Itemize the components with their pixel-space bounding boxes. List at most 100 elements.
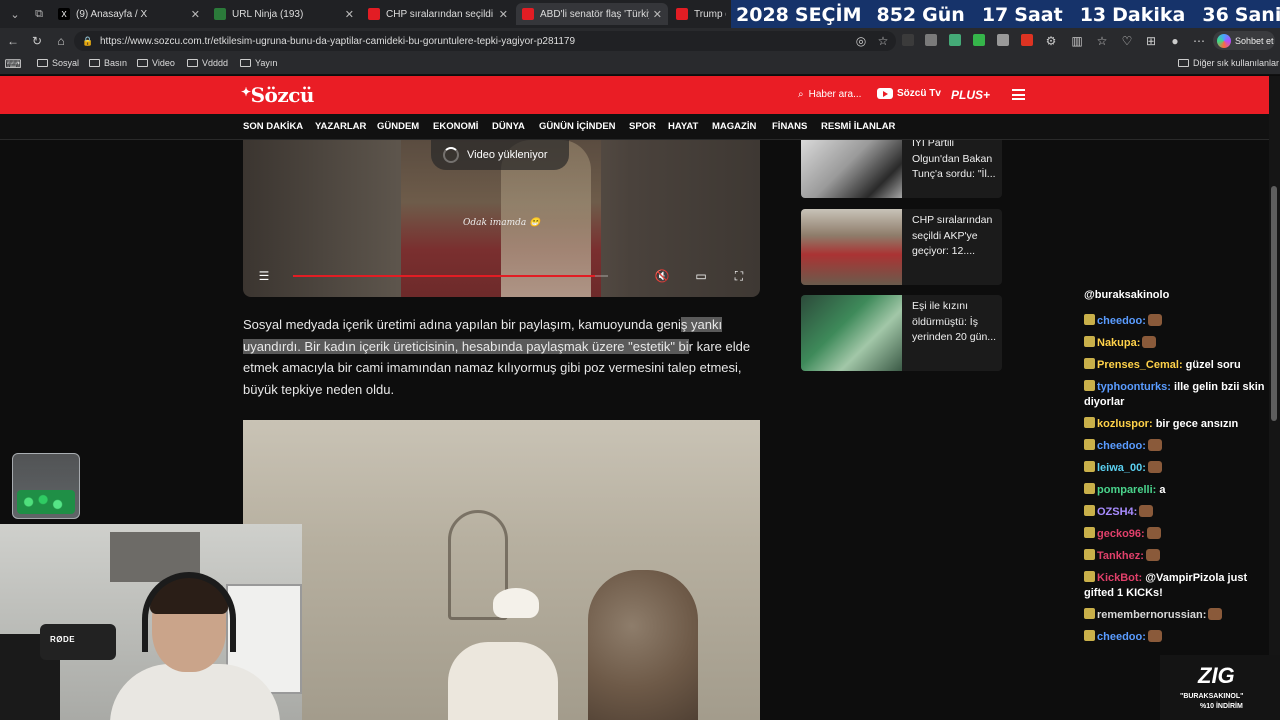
chat-username[interactable]: Nakupa: [1097, 337, 1140, 349]
chat-username[interactable]: pomparelli: [1097, 484, 1156, 496]
chat-message: Prenses_Cemal: güzel soru [1084, 358, 1274, 373]
countdown-label: SEÇİM [794, 3, 862, 26]
sponsor-discount: %10 İNDİRİM [1200, 703, 1243, 710]
playlist-icon[interactable]: ☰ [255, 267, 273, 285]
tab-x[interactable]: X (9) Anasayfa / X ✕ [52, 3, 206, 25]
close-tab-icon[interactable]: ✕ [653, 8, 662, 21]
news-card[interactable]: Eşi ile kızını öldürmüştü: İş yerinden 2… [801, 295, 1002, 371]
menu-icon[interactable] [1012, 89, 1025, 100]
chat-username[interactable]: cheedoo: [1097, 315, 1146, 327]
address-bar[interactable]: 🔒 https://www.sozcu.com.tr/etkilesim-ugr… [74, 31, 896, 51]
other-bookmarks-folder[interactable]: Diğer sık kullanılanlar [1178, 58, 1279, 68]
chat-username[interactable]: kozluspor: [1097, 418, 1153, 430]
read-aloud-icon[interactable]: ◎ [852, 32, 870, 49]
news-card[interactable]: CHP sıralarından seçildi AKP'ye geçiyor:… [801, 209, 1002, 285]
chat-username[interactable]: Tankhez: [1097, 550, 1144, 562]
chat-username[interactable]: cheedoo: [1097, 440, 1146, 452]
bookmarks-menu-icon[interactable]: ⌨ [4, 55, 22, 72]
category-gunun-icinden[interactable]: GÜNÜN İÇİNDEN [539, 121, 616, 132]
extension-icon[interactable] [997, 34, 1009, 46]
chat-username[interactable]: gecko96: [1097, 528, 1145, 540]
category-hayat[interactable]: HAYAT [668, 121, 698, 132]
news-thumbnail [801, 209, 902, 285]
election-countdown: 2028 SEÇİM 852 Gün 17 Saat 13 Dakika 36 … [731, 0, 1280, 29]
mute-icon[interactable]: 🔇 [653, 267, 671, 285]
sozcu-icon [522, 8, 534, 20]
tab-trump[interactable]: Trump gö [670, 3, 732, 25]
category-gundem[interactable]: GÜNDEM [377, 121, 419, 132]
profile-avatar[interactable]: ● [1166, 32, 1184, 49]
plus-link[interactable]: PLUS+ [951, 88, 990, 102]
favorites-icon[interactable]: ☆ [1093, 32, 1111, 49]
collections-icon[interactable]: ⊞ [1142, 32, 1160, 49]
copilot-chat-button[interactable]: Sohbet et [1213, 31, 1275, 50]
back-icon[interactable]: ← [4, 32, 22, 49]
browser-essentials-icon[interactable]: ♡ [1118, 32, 1136, 49]
video-progress-bar[interactable] [293, 275, 608, 277]
workspaces-icon[interactable]: ⧉ [28, 4, 50, 24]
jar-contents [17, 490, 75, 514]
mic-brand: RØDE [50, 635, 76, 644]
chat-username[interactable]: OZSH4: [1097, 506, 1137, 518]
countdown-label: Saniye [1234, 3, 1280, 26]
extension-icon[interactable] [973, 34, 985, 46]
chat-username[interactable]: remembernorussian: [1097, 609, 1206, 621]
bookmark-folder[interactable]: Vdddd [187, 58, 228, 68]
category-spor[interactable]: SPOR [629, 121, 656, 132]
close-tab-icon[interactable]: ✕ [345, 8, 354, 21]
extensions-puzzle-icon[interactable]: ⚙ [1042, 32, 1060, 49]
category-finans[interactable]: FİNANS [772, 121, 807, 132]
extension-icon[interactable] [1021, 34, 1033, 46]
category-son-dakika[interactable]: SON DAKİKA [243, 121, 303, 132]
sozcu-icon [368, 8, 380, 20]
split-screen-icon[interactable]: ▥ [1068, 32, 1086, 49]
article-video-player[interactable]: Video yükleniyor Odak imamda 😁 ☰ 🔇 ▭ ⛶ [243, 140, 760, 297]
tab-actions-icon[interactable]: ⌄ [4, 4, 26, 24]
close-tab-icon[interactable]: ✕ [191, 8, 200, 21]
chat-username[interactable]: cheedoo: [1097, 631, 1146, 643]
close-tab-icon[interactable]: ✕ [499, 8, 508, 21]
category-ekonomi[interactable]: EKONOMİ [433, 121, 478, 132]
bookmark-label: Basın [104, 58, 128, 68]
captions-icon[interactable]: ▭ [692, 267, 710, 285]
news-title: İYİ Partili Olgun'dan Bakan Tunç'a sordu… [912, 140, 996, 180]
countdown-label: Gün [922, 3, 965, 26]
sozcu-tv-link[interactable]: Sözcü Tv [877, 88, 941, 99]
countdown-value: 17 [981, 3, 1009, 26]
category-magazin[interactable]: MAGAZİN [712, 121, 756, 132]
favorite-star-icon[interactable]: ☆ [874, 32, 892, 49]
chat-username[interactable]: Prenses_Cemal: [1097, 359, 1183, 371]
chat-username[interactable]: KickBot: [1097, 572, 1142, 584]
tab-abd[interactable]: ABD'li senatör flaş 'Türkiye' iddia ✕ [516, 3, 668, 25]
bookmark-folder[interactable]: Yayın [240, 58, 277, 68]
tab-chp[interactable]: CHP sıralarından seçildi AKP'ye g ✕ [362, 3, 514, 25]
chat-emote-icon [1147, 314, 1162, 326]
category-dunya[interactable]: DÜNYA [492, 121, 525, 132]
home-icon[interactable]: ⌂ [52, 32, 70, 49]
tab-url-ninja[interactable]: URL Ninja (193) ✕ [208, 3, 360, 25]
sponsor-badge: ZIG "BURAKSAKINOL" %10 İNDİRİM [1160, 655, 1280, 720]
countdown-seconds: 36 Saniye [1190, 4, 1280, 26]
news-card[interactable]: İYİ Partili Olgun'dan Bakan Tunç'a sordu… [801, 140, 1002, 198]
more-options-icon[interactable]: ⋯ [1190, 32, 1208, 49]
reload-icon[interactable]: ↻ [28, 32, 46, 49]
fullscreen-icon[interactable]: ⛶ [730, 267, 748, 285]
site-logo[interactable]: ✦Sözcü [241, 83, 314, 107]
category-resmi-ilanlar[interactable]: RESMİ İLANLAR [821, 121, 895, 132]
countdown-value: 36 [1202, 3, 1229, 26]
chat-username[interactable]: leiwa_00: [1097, 462, 1146, 474]
extension-icon[interactable] [949, 34, 961, 46]
bookmark-label: Video [152, 58, 175, 68]
video-loading-badge: Video yükleniyor [431, 140, 569, 170]
category-yazarlar[interactable]: YAZARLAR [315, 121, 366, 132]
search-icon: ⌕ [798, 89, 804, 100]
news-thumbnail [801, 295, 902, 371]
bookmark-folder[interactable]: Video [137, 58, 175, 68]
bookmark-folder[interactable]: Sosyal [37, 58, 79, 68]
chat-username[interactable]: typhoonturks: [1097, 381, 1171, 393]
youtube-icon [877, 88, 893, 99]
bookmark-folder[interactable]: Basın [89, 58, 127, 68]
extension-icon[interactable] [925, 34, 937, 46]
search-button[interactable]: ⌕ Haber ara... [798, 89, 861, 100]
extension-icon[interactable] [902, 34, 914, 46]
